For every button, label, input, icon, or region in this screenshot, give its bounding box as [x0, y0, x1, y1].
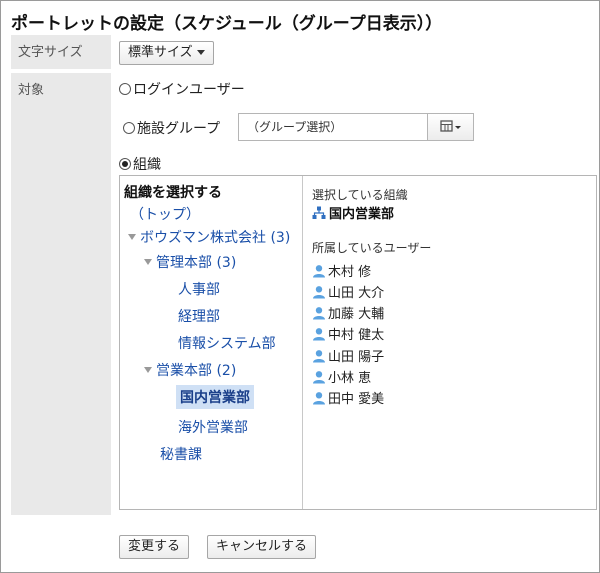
- tree-node-hr[interactable]: 人事部: [178, 279, 220, 299]
- user-name: 加藤 大輔: [328, 307, 385, 322]
- radio-login-user[interactable]: ログインユーザー: [119, 79, 245, 99]
- group-picker-button[interactable]: [428, 113, 474, 141]
- radio-facility-group-label: 施設グループ: [137, 121, 221, 137]
- tree-node-domestic-sales[interactable]: 国内営業部: [176, 385, 254, 409]
- font-size-dropdown[interactable]: 標準サイズ: [119, 41, 214, 65]
- radio-facility-group[interactable]: 施設グループ: [123, 118, 220, 138]
- panel-divider: [302, 176, 303, 509]
- tree-node-overseas-sales[interactable]: 海外営業部: [178, 417, 248, 437]
- font-size-value: 標準サイズ: [128, 45, 193, 60]
- radio-organization[interactable]: 組織: [119, 154, 161, 174]
- radio-organization-icon[interactable]: [119, 158, 131, 170]
- members-label: 所属しているユーザー: [312, 241, 432, 255]
- tree-node-management-hq[interactable]: 管理本部 (3): [144, 252, 236, 272]
- tree-node-label: 海外営業部: [178, 420, 248, 436]
- organization-selector: 組織を選択する （トップ） ボウズマン株式会社 (3) 管理本部 (3) 人事部…: [119, 175, 597, 510]
- radio-login-user-label: ログインユーザー: [133, 82, 245, 98]
- tree-node-label: 秘書課: [160, 447, 202, 463]
- user-name: 山田 大介: [328, 286, 385, 301]
- user-name: 田中 愛美: [328, 392, 385, 407]
- tree-node-sales-hq[interactable]: 営業本部 (2): [144, 360, 236, 380]
- selected-org: 国内営業部: [312, 203, 394, 222]
- org-tree-heading: 組織を選択する: [124, 185, 222, 201]
- group-select-field[interactable]: （グループ選択）: [238, 113, 428, 141]
- tree-node-accounting[interactable]: 経理部: [178, 306, 220, 326]
- triangle-down-icon[interactable]: [128, 234, 136, 240]
- tree-node-label: ボウズマン株式会社 (3): [140, 230, 291, 246]
- radio-login-user-icon[interactable]: [119, 83, 131, 95]
- radio-organization-label: 組織: [133, 157, 161, 173]
- triangle-down-icon[interactable]: [144, 259, 152, 265]
- target-label-cell: 対象: [11, 73, 111, 515]
- tree-node-company[interactable]: ボウズマン株式会社 (3): [128, 227, 290, 247]
- group-select-icon: [439, 120, 461, 132]
- chevron-down-icon: [196, 50, 205, 55]
- user-name: 小林 恵: [328, 371, 372, 386]
- font-size-label-cell: 文字サイズ: [11, 35, 111, 69]
- target-label: 対象: [18, 83, 45, 98]
- selected-org-name: 国内営業部: [329, 207, 395, 222]
- user-item: 木村 修: [312, 261, 371, 280]
- user-item: 加藤 大輔: [312, 303, 384, 322]
- user-icon: [313, 370, 325, 383]
- group-select-placeholder: （グループ選択）: [247, 120, 343, 134]
- user-icon: [313, 264, 325, 277]
- user-name: 木村 修: [328, 265, 372, 280]
- user-icon: [313, 349, 325, 362]
- font-size-label: 文字サイズ: [18, 45, 83, 60]
- tree-node-label: 情報システム部: [178, 336, 276, 352]
- tree-node-secretary[interactable]: 秘書課: [160, 444, 202, 464]
- tree-node-label: （トップ）: [130, 207, 200, 223]
- selected-org-label: 選択している組織: [312, 188, 408, 202]
- user-item: 小林 恵: [312, 367, 371, 386]
- user-item: 山田 大介: [312, 282, 384, 301]
- radio-facility-group-icon[interactable]: [123, 122, 135, 134]
- cancel-button[interactable]: キャンセルする: [207, 535, 317, 559]
- triangle-down-icon[interactable]: [144, 367, 152, 373]
- user-icon: [313, 327, 325, 340]
- tree-node-label: 経理部: [178, 309, 220, 325]
- user-item: 田中 愛美: [312, 388, 384, 407]
- user-item: 中村 健太: [312, 324, 384, 343]
- user-name: 山田 陽子: [328, 350, 385, 365]
- tree-node-label: 営業本部 (2): [156, 363, 237, 379]
- user-icon: [313, 391, 325, 404]
- tree-node-label: 管理本部 (3): [156, 255, 237, 271]
- user-icon: [313, 306, 325, 319]
- tree-node-top[interactable]: （トップ）: [130, 204, 200, 224]
- tree-node-label: 人事部: [178, 282, 220, 298]
- submit-button[interactable]: 変更する: [119, 535, 190, 559]
- tree-node-label: 国内営業部: [180, 390, 250, 406]
- user-name: 中村 健太: [328, 328, 385, 343]
- user-item: 山田 陽子: [312, 346, 384, 365]
- portlet-settings-window: ポートレットの設定（スケジュール（グループ日表示）） 文字サイズ 標準サイズ 対…: [0, 0, 600, 573]
- user-icon: [313, 285, 325, 298]
- tree-node-it[interactable]: 情報システム部: [178, 333, 276, 353]
- org-hierarchy-icon: [312, 206, 326, 219]
- page-title: ポートレットの設定（スケジュール（グループ日表示））: [11, 14, 443, 34]
